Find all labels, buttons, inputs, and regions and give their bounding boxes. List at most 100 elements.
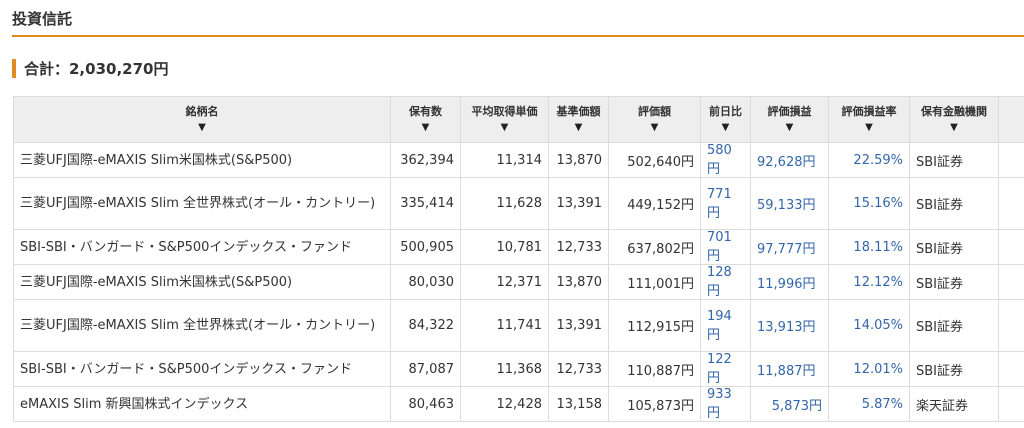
valuation: 110,887円 [608, 351, 701, 387]
quantity: 87,087 [390, 351, 461, 387]
table-row: 三菱UFJ国際-eMAXIS Slim米国株式(S&P500) 80,030 1… [13, 264, 1024, 300]
avg-cost: 11,368 [460, 351, 549, 387]
extra-cell [998, 386, 1024, 422]
column-header-broker[interactable]: 保有金融機関 ▼ [909, 96, 999, 143]
valuation: 637,802円 [608, 229, 701, 265]
day-change: 771円 [700, 177, 751, 230]
extra-cell [998, 142, 1024, 178]
column-header-avg-cost[interactable]: 平均取得単価 ▼ [460, 96, 549, 143]
day-change: 122円 [700, 351, 751, 387]
quantity: 80,030 [390, 264, 461, 300]
total-amount: 合計：2,030,270円 [24, 60, 169, 78]
valuation: 449,152円 [608, 177, 701, 230]
valuation: 111,001円 [608, 264, 701, 300]
quantity: 84,322 [390, 299, 461, 352]
sort-down-icon[interactable]: ▼ [393, 121, 458, 135]
day-change: 194円 [700, 299, 751, 352]
avg-cost: 12,428 [460, 386, 549, 422]
column-header-extra [998, 96, 1024, 143]
avg-cost: 11,314 [460, 142, 549, 178]
gain-rate: 5.87% [828, 386, 910, 422]
unrealized-gain: 92,628円 [750, 142, 829, 178]
unrealized-gain: 5,873円 [750, 386, 829, 422]
fund-name: eMAXIS Slim 新興国株式インデックス [13, 386, 391, 422]
extra-cell [998, 229, 1024, 265]
avg-cost: 10,781 [460, 229, 549, 265]
broker: SBI証券 [909, 264, 999, 300]
unrealized-gain: 59,133円 [750, 177, 829, 230]
nav: 13,391 [548, 177, 609, 230]
extra-cell [998, 177, 1024, 230]
column-header-name[interactable]: 銘柄名 ▼ [13, 96, 391, 143]
broker: SBI証券 [909, 142, 999, 178]
gain-rate: 18.11% [828, 229, 910, 265]
sort-down-icon[interactable]: ▼ [16, 121, 388, 135]
avg-cost: 12,371 [460, 264, 549, 300]
sort-down-icon[interactable]: ▼ [703, 121, 748, 135]
sort-down-icon[interactable]: ▼ [912, 121, 996, 135]
gain-rate: 12.12% [828, 264, 910, 300]
sort-down-icon[interactable]: ▼ [611, 121, 698, 135]
valuation: 112,915円 [608, 299, 701, 352]
gain-rate: 22.59% [828, 142, 910, 178]
nav: 12,733 [548, 351, 609, 387]
fund-name: 三菱UFJ国際-eMAXIS Slim米国株式(S&P500) [13, 264, 391, 300]
fund-name: 三菱UFJ国際-eMAXIS Slim米国株式(S&P500) [13, 142, 391, 178]
nav: 13,391 [548, 299, 609, 352]
fund-name: 三菱UFJ国際-eMAXIS Slim 全世界株式(オール・カントリー) [13, 299, 391, 352]
fund-name: 三菱UFJ国際-eMAXIS Slim 全世界株式(オール・カントリー) [13, 177, 391, 230]
extra-cell [998, 264, 1024, 300]
column-header-gain-rate[interactable]: 評価損益率 ▼ [828, 96, 910, 143]
fund-name: SBI-SBI・バンガード・S&P500インデックス・ファンド [13, 229, 391, 265]
nav: 13,158 [548, 386, 609, 422]
gain-rate: 14.05% [828, 299, 910, 352]
avg-cost: 11,628 [460, 177, 549, 230]
extra-cell [998, 299, 1024, 352]
quantity: 500,905 [390, 229, 461, 265]
holdings-table: 銘柄名 ▼ 保有数 ▼ 平均取得単価 ▼ 基準価額 ▼ 評価額 ▼ 前日比 ▼ 評価損益 ▼ … [13, 96, 1024, 422]
day-change: 933円 [700, 386, 751, 422]
sort-down-icon[interactable]: ▼ [831, 121, 907, 135]
unrealized-gain: 97,777円 [750, 229, 829, 265]
day-change: 580円 [700, 142, 751, 178]
table-row: 三菱UFJ国際-eMAXIS Slim 全世界株式(オール・カントリー) 335… [13, 177, 1024, 230]
sort-down-icon[interactable]: ▼ [753, 121, 826, 135]
table-row: 三菱UFJ国際-eMAXIS Slim米国株式(S&P500) 362,394 … [13, 142, 1024, 178]
avg-cost: 11,741 [460, 299, 549, 352]
section-divider [12, 35, 1024, 37]
quantity: 335,414 [390, 177, 461, 230]
section-title: 投資信託 [12, 10, 73, 28]
table-row: eMAXIS Slim 新興国株式インデックス 80,463 12,428 13… [13, 386, 1024, 422]
unrealized-gain: 11,887円 [750, 351, 829, 387]
column-header-quantity[interactable]: 保有数 ▼ [390, 96, 461, 143]
day-change: 701円 [700, 229, 751, 265]
column-header-day-change[interactable]: 前日比 ▼ [700, 96, 751, 143]
broker: SBI証券 [909, 351, 999, 387]
day-change: 128円 [700, 264, 751, 300]
nav: 13,870 [548, 264, 609, 300]
fund-name: SBI-SBI・バンガード・S&P500インデックス・ファンド [13, 351, 391, 387]
broker: SBI証券 [909, 229, 999, 265]
table-row: SBI-SBI・バンガード・S&P500インデックス・ファンド 500,905 … [13, 229, 1024, 265]
sort-down-icon[interactable]: ▼ [463, 121, 546, 135]
gain-rate: 12.01% [828, 351, 910, 387]
nav: 13,870 [548, 142, 609, 178]
valuation: 105,873円 [608, 386, 701, 422]
extra-cell [998, 351, 1024, 387]
broker: SBI証券 [909, 299, 999, 352]
broker: 楽天証券 [909, 386, 999, 422]
table-row: SBI-SBI・バンガード・S&P500インデックス・ファンド 87,087 1… [13, 351, 1024, 387]
quantity: 80,463 [390, 386, 461, 422]
broker: SBI証券 [909, 177, 999, 230]
unrealized-gain: 13,913円 [750, 299, 829, 352]
column-header-nav[interactable]: 基準価額 ▼ [548, 96, 609, 143]
total-accent-bar [12, 59, 16, 78]
valuation: 502,640円 [608, 142, 701, 178]
sort-down-icon[interactable]: ▼ [551, 121, 606, 135]
quantity: 362,394 [390, 142, 461, 178]
column-header-value[interactable]: 評価額 ▼ [608, 96, 701, 143]
gain-rate: 15.16% [828, 177, 910, 230]
unrealized-gain: 11,996円 [750, 264, 829, 300]
table-header: 銘柄名 ▼ 保有数 ▼ 平均取得単価 ▼ 基準価額 ▼ 評価額 ▼ 前日比 ▼ 評価損益 ▼ … [13, 96, 1024, 143]
column-header-gain[interactable]: 評価損益 ▼ [750, 96, 829, 143]
